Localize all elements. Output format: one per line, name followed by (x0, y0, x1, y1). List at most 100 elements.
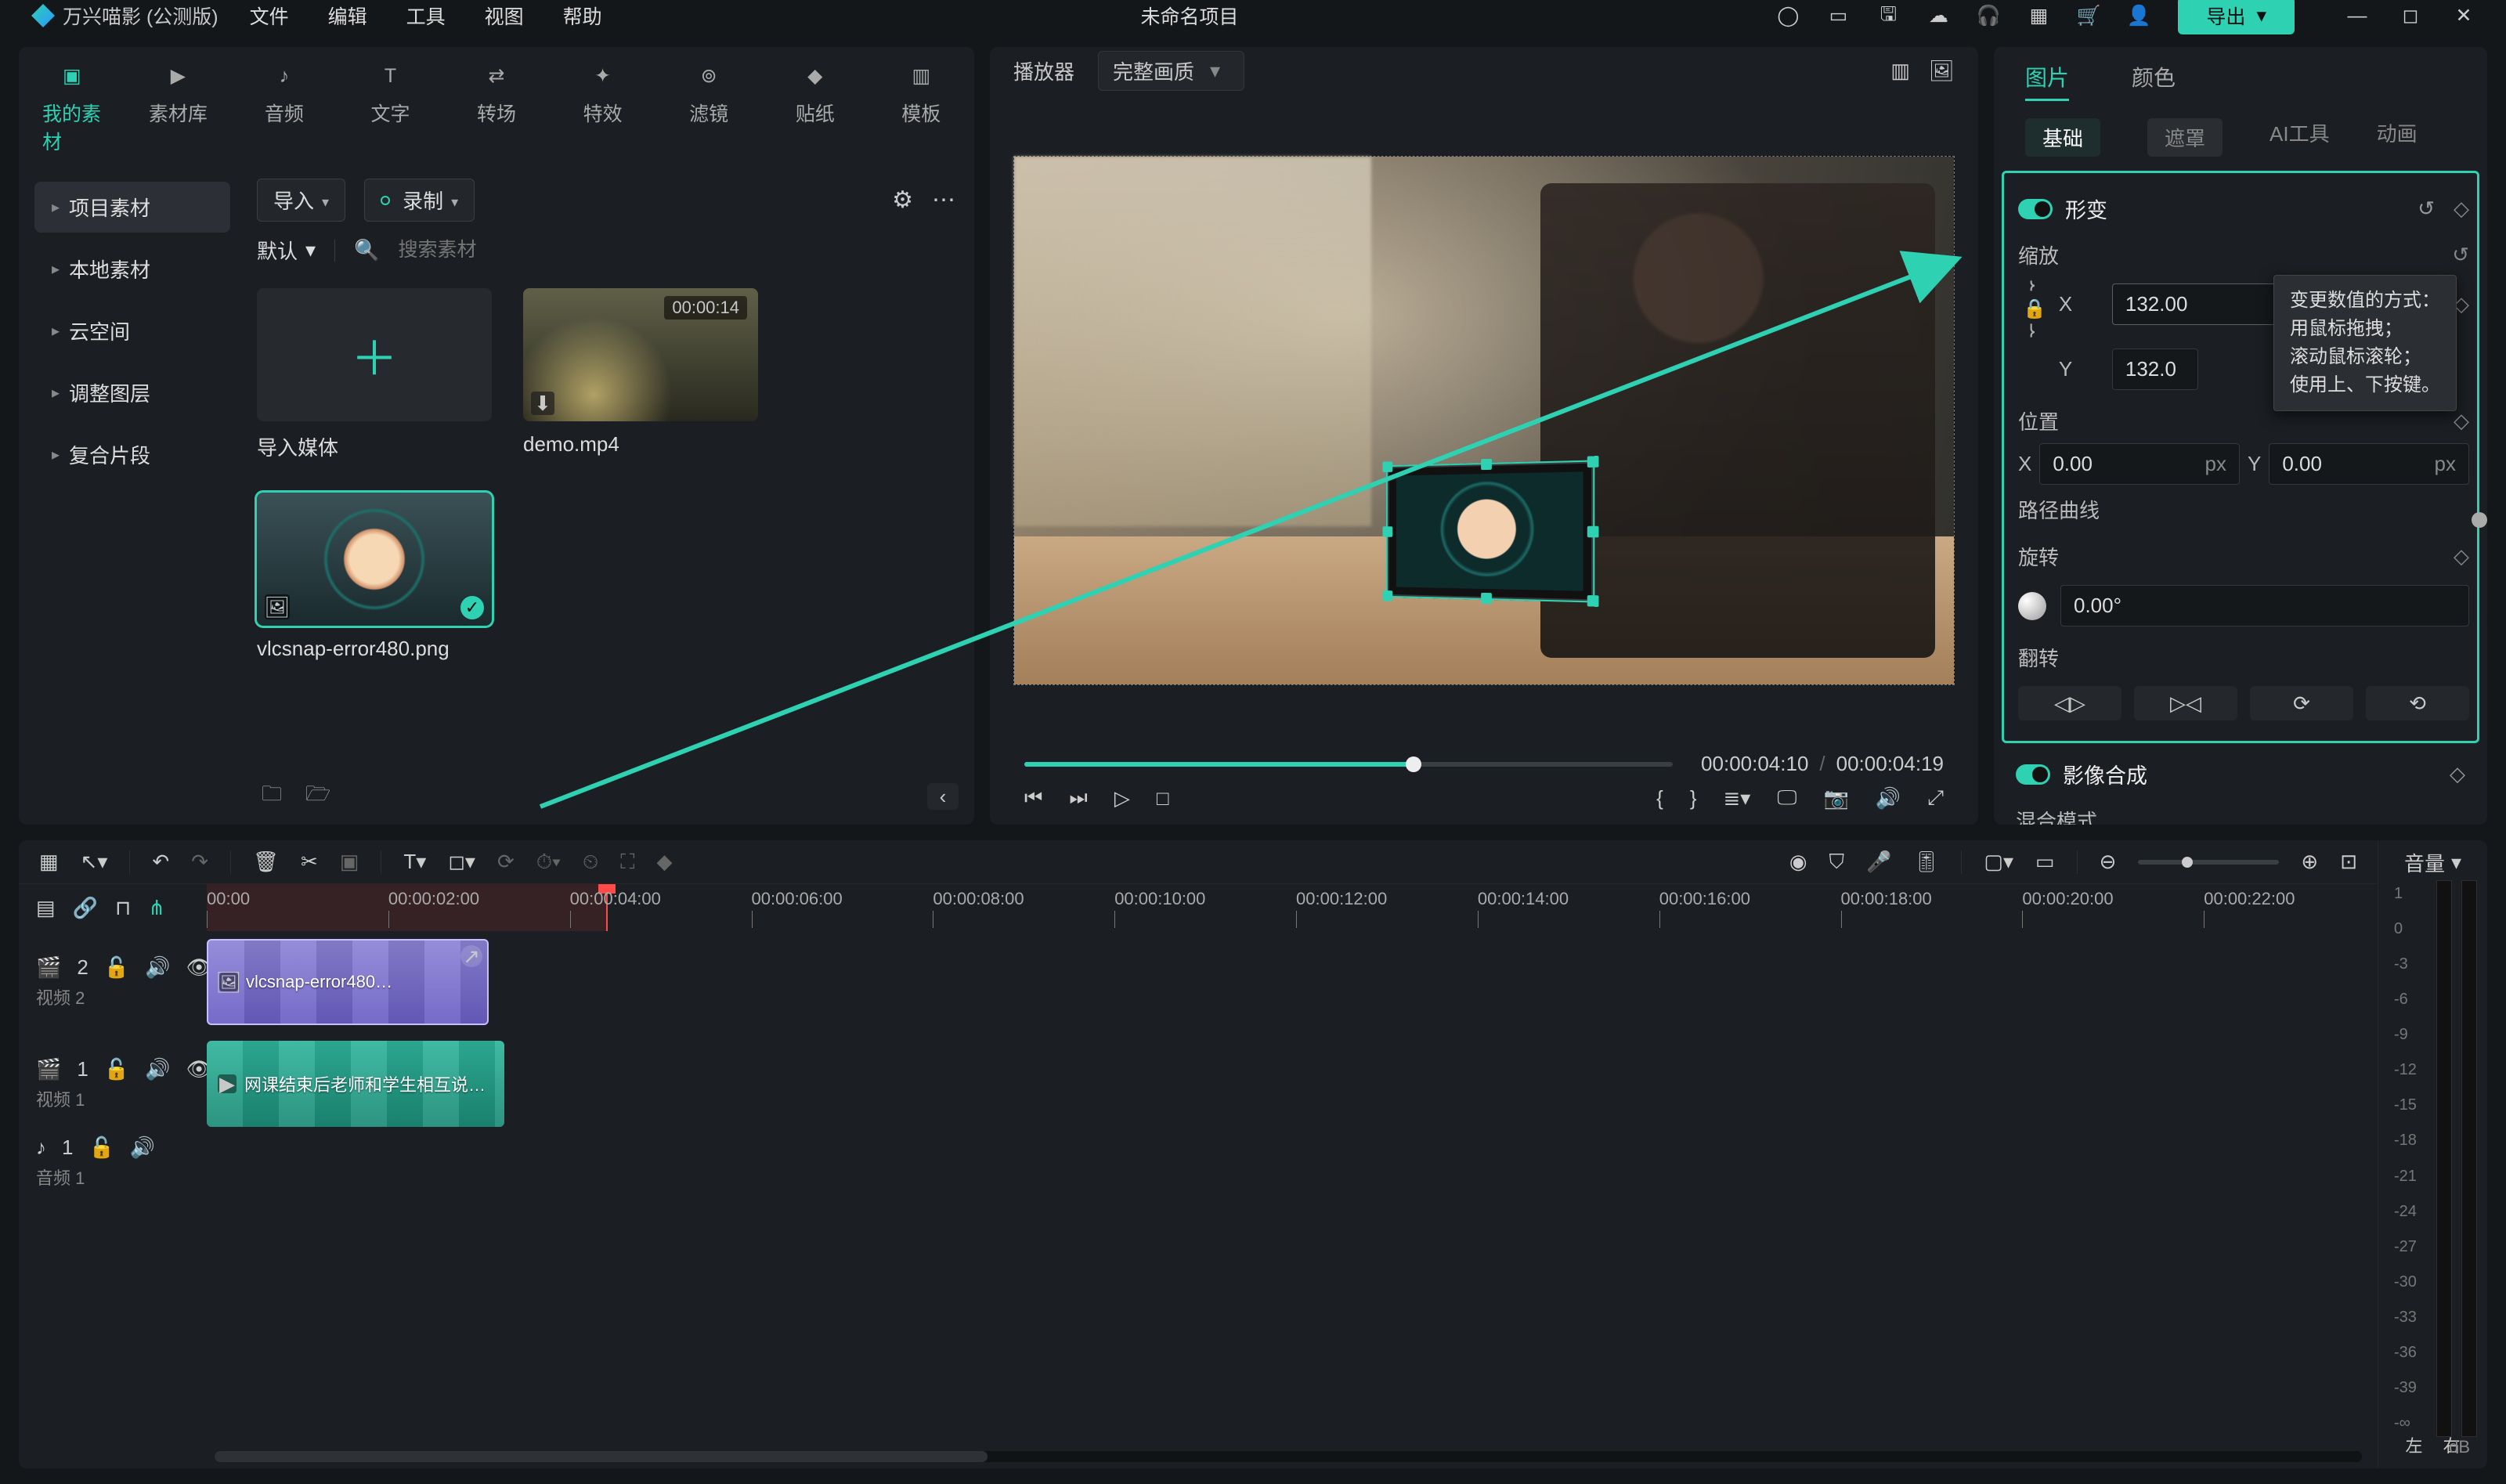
reset-transform-icon[interactable]: ↺ (2418, 197, 2435, 221)
media-tile-demo[interactable]: 00:00:14 ⬇ demo.mp4 (523, 288, 758, 461)
time-ruler[interactable]: 00:0000:00:02:0000:00:04:0000:00:06:0000… (207, 884, 2378, 931)
collapse-sidebar-icon[interactable]: ‹ (927, 783, 959, 810)
range-icon[interactable]: ▭ (2035, 850, 2055, 874)
headphone-icon[interactable]: 🎧 (1977, 5, 1999, 27)
fullscreen-icon[interactable]: ⤢ (1927, 785, 1944, 811)
text-icon[interactable]: T▾ (403, 850, 426, 874)
import-dropdown[interactable]: 导入 (257, 179, 345, 222)
apps-icon[interactable]: ▦ (2028, 5, 2049, 27)
stop-icon[interactable]: □ (1157, 786, 1169, 811)
inspector-tab-color[interactable]: 颜色 (2132, 61, 2176, 101)
sort-icon[interactable]: ≣▾ (1724, 786, 1751, 811)
more-icon[interactable]: ⋯ (932, 186, 955, 214)
pos-x-input[interactable]: 0.00px (2039, 443, 2240, 485)
keyframe-icon[interactable]: ◇ (2454, 544, 2469, 569)
compare-view-icon[interactable]: ▥ (1890, 59, 1910, 83)
zoom-in-icon[interactable]: ⊕ (2301, 850, 2318, 874)
scrubber[interactable] (1024, 762, 1673, 767)
tab-my-media[interactable]: ▣我的素材 (42, 60, 102, 155)
new-folder-icon[interactable]: 🗁 (305, 779, 330, 814)
subtab-basic[interactable]: 基础 (2025, 118, 2100, 157)
bracket-out-icon[interactable]: } (1690, 786, 1697, 811)
speed-icon[interactable]: ⏱▾ (536, 850, 561, 875)
lock-icon[interactable]: 🔓 (88, 1136, 114, 1160)
lock-icon[interactable]: 🔓 (104, 1057, 129, 1081)
maximize-icon[interactable]: ◻ (2399, 5, 2421, 27)
preview-canvas[interactable] (1013, 156, 1955, 685)
tab-transition[interactable]: ⇄转场 (467, 60, 526, 155)
subtab-ai[interactable]: AI工具 (2269, 118, 2330, 157)
save-icon[interactable]: 🖫 (1877, 5, 1899, 27)
crop-icon[interactable]: ▣ (340, 850, 359, 874)
mixer-icon[interactable]: 🎚 (1913, 850, 1939, 874)
camera-icon[interactable]: 📷 (1823, 786, 1848, 811)
lock-icon[interactable]: 🔓 (104, 955, 129, 980)
keyframe-icon[interactable]: ◇ (2450, 762, 2465, 786)
tab-effect[interactable]: ✦特效 (573, 60, 633, 155)
tab-audio[interactable]: ♪音频 (255, 60, 314, 155)
monitor-icon[interactable]: 🖵 (1777, 785, 1796, 811)
rotation-dial[interactable] (2018, 592, 2046, 620)
rotate-cw-button[interactable]: ⟳ (2250, 686, 2353, 720)
subtab-animation[interactable]: 动画 (2377, 118, 2418, 157)
menu-view[interactable]: 视图 (485, 2, 524, 30)
mute-icon[interactable]: 🔊 (145, 955, 170, 980)
sidebar-item-cloud[interactable]: 云空间 (34, 305, 230, 356)
compositing-toggle[interactable] (2016, 764, 2050, 785)
expand-icon[interactable]: ⛶ (620, 850, 634, 875)
zoom-slider[interactable] (2138, 860, 2279, 865)
flip-vertical-button[interactable]: ▷◁ (2134, 686, 2237, 720)
clip-link-icon[interactable]: ↗ (460, 945, 482, 967)
menu-file[interactable]: 文件 (250, 2, 289, 30)
sidebar-item-compound-clip[interactable]: 复合片段 (34, 429, 230, 480)
export-button[interactable]: 导出▾ (2178, 0, 2295, 34)
mute-icon[interactable]: 🔊 (145, 1057, 170, 1081)
scrubber-handle[interactable] (1406, 756, 1421, 772)
inspector-tab-image[interactable]: 图片 (2025, 61, 2069, 101)
next-frame-icon[interactable]: ⏭ (1069, 785, 1087, 811)
scale-y-input[interactable]: 132.0 (2112, 348, 2198, 390)
layout-icon[interactable]: ▦ (39, 850, 59, 874)
rotate-ccw-button[interactable]: ⟲ (2366, 686, 2469, 720)
snapshot-view-icon[interactable]: 🖼 (1929, 59, 1955, 83)
keyframe-tool-icon[interactable]: ◆ (656, 850, 672, 874)
horizontal-scrollbar[interactable] (215, 1451, 2362, 1462)
mute-icon[interactable]: 🔊 (130, 1136, 155, 1160)
folder-icon[interactable]: 🗀 (262, 779, 282, 814)
cut-icon[interactable]: ✂ (301, 850, 318, 874)
menu-tools[interactable]: 工具 (406, 2, 446, 30)
cloud-icon[interactable]: ☁ (1927, 5, 1949, 27)
sidebar-item-local-media[interactable]: 本地素材 (34, 244, 230, 294)
record-dropdown[interactable]: 录制 (364, 179, 475, 222)
speaker-icon[interactable]: 🔊 (1876, 786, 1901, 811)
import-media-tile[interactable]: ＋ 导入媒体 (257, 288, 492, 461)
tab-stock[interactable]: ▶素材库 (149, 60, 208, 155)
media-tile-vlcsnap[interactable]: 🖼 ✓ vlcsnap-error480.png (257, 493, 492, 661)
prev-frame-icon[interactable]: ⏮ (1024, 785, 1042, 811)
track-magnet-icon[interactable]: ⊓ (115, 896, 131, 920)
track-header-icon-1[interactable]: ▤ (36, 896, 56, 920)
clip-vlcsnap[interactable]: 🖼 vlcsnap-error480… ↗ (207, 939, 489, 1025)
bracket-in-icon[interactable]: { (1656, 786, 1663, 811)
zoom-fit-icon[interactable]: ⊡ (2340, 850, 2357, 874)
search-input[interactable] (398, 239, 955, 262)
shield-icon[interactable]: ⛉ (1829, 850, 1845, 875)
play-icon[interactable]: ▷ (1114, 786, 1130, 811)
sidebar-item-project-media[interactable]: 项目素材 (34, 182, 230, 233)
track-link-icon[interactable]: 🔗 (73, 896, 98, 920)
close-icon[interactable]: ✕ (2453, 5, 2475, 27)
keyframe-diamond-icon[interactable]: ◇ (2454, 197, 2469, 221)
aspect-link[interactable]: 🔒 (2023, 277, 2046, 341)
quality-dropdown[interactable]: 完整画质▾ (1098, 51, 1244, 91)
transform-toggle[interactable] (2018, 199, 2053, 219)
color-wheel-icon[interactable]: ◉ (1789, 850, 1807, 874)
account-icon[interactable]: 👤 (2128, 5, 2150, 27)
tab-sticker[interactable]: ◆贴纸 (785, 60, 845, 155)
zoom-out-icon[interactable]: ⊖ (2100, 850, 2117, 874)
selection-box[interactable] (1386, 460, 1594, 603)
record-status-icon[interactable]: ◯ (1777, 5, 1799, 27)
redo-icon[interactable]: ↷ (191, 850, 208, 874)
pos-y-input[interactable]: 0.00px (2269, 443, 2469, 485)
cursor-icon[interactable]: ↖▾ (81, 850, 108, 874)
filter-icon[interactable]: ⚙ (892, 186, 913, 214)
